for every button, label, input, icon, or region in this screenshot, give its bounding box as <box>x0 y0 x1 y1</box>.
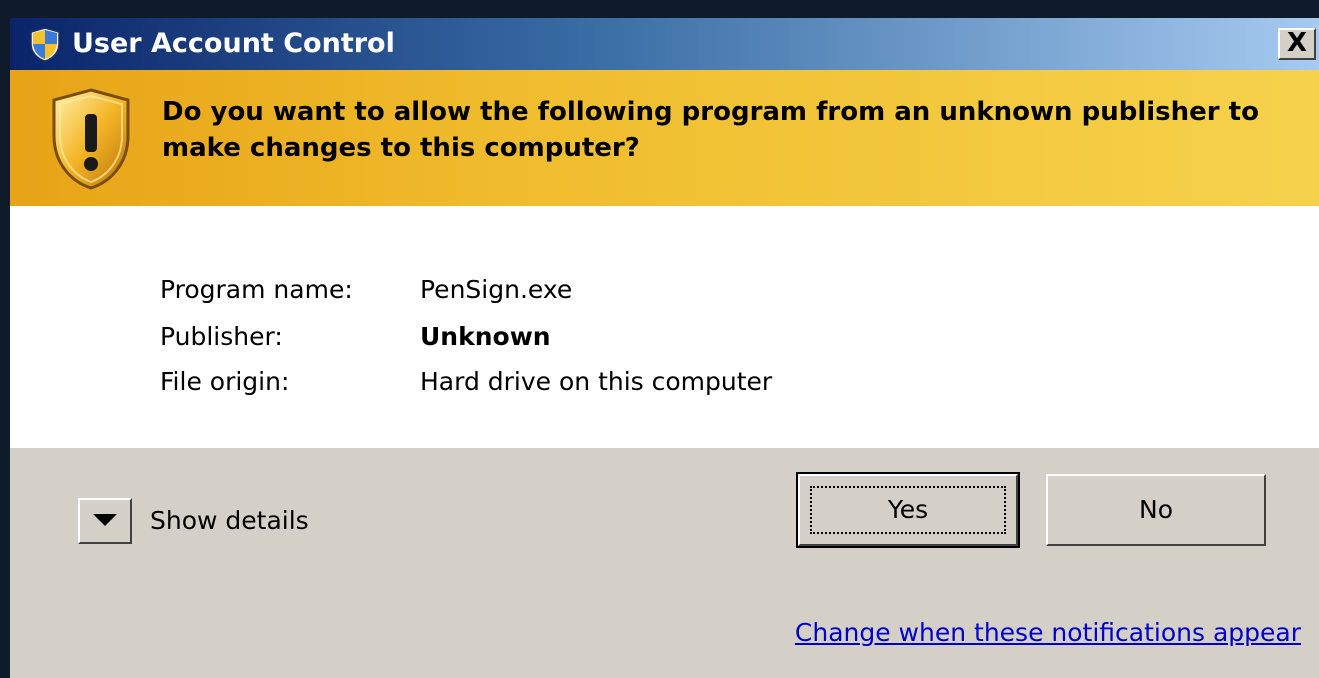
yes-button-label: Yes <box>810 486 1006 534</box>
window-title: User Account Control <box>72 28 395 59</box>
program-name-value: PenSign.exe <box>420 275 573 304</box>
uac-shield-icon <box>30 27 60 62</box>
publisher-label: Publisher: <box>160 322 283 351</box>
uac-question: Do you want to allow the following progr… <box>162 97 1259 163</box>
file-origin-label: File origin: <box>160 367 290 396</box>
desktop-backdrop: User Account Control X Do you want to al… <box>0 0 1319 678</box>
close-button[interactable]: X <box>1278 28 1316 60</box>
show-details-label[interactable]: Show details <box>150 498 309 544</box>
uac-dialog: User Account Control X Do you want to al… <box>10 18 1319 678</box>
change-notifications-link[interactable]: Change when these notifications appear <box>795 618 1301 647</box>
close-icon: X <box>1286 28 1308 58</box>
warning-shield-icon <box>52 88 130 190</box>
chevron-down-icon <box>93 514 117 526</box>
action-area: Show details Yes No Change when these no… <box>10 448 1319 678</box>
yes-button[interactable]: Yes <box>796 472 1020 548</box>
program-info-panel: Program name: PenSign.exe Publisher: Unk… <box>10 206 1319 448</box>
program-name-label: Program name: <box>160 275 353 304</box>
show-details-toggle[interactable] <box>78 498 132 544</box>
warning-banner: Do you want to allow the following progr… <box>10 70 1319 206</box>
title-bar: User Account Control X <box>10 18 1319 70</box>
no-button[interactable]: No <box>1046 474 1266 546</box>
publisher-value: Unknown <box>420 322 551 351</box>
file-origin-value: Hard drive on this computer <box>420 367 773 396</box>
